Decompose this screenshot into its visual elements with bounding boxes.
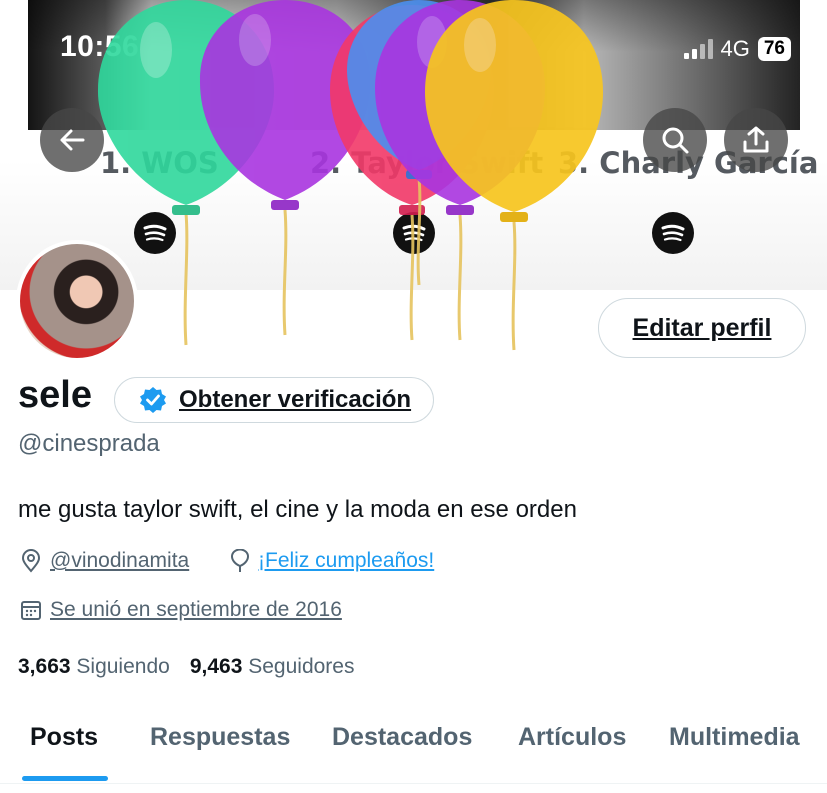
spotify-icon <box>134 212 176 254</box>
location-pin-icon <box>21 549 41 573</box>
spotify-icon <box>393 212 435 254</box>
search-icon <box>662 127 689 154</box>
battery-icon: 76 <box>757 37 791 61</box>
get-verified-label: Obtener verificación <box>179 386 412 413</box>
followers-stat[interactable]: 9,463 Seguidores <box>190 655 355 679</box>
tab-posts[interactable]: Posts <box>30 723 98 752</box>
location-text[interactable]: @vinodinamita <box>50 549 189 573</box>
share-icon <box>743 126 769 153</box>
birthday-link[interactable]: ¡Feliz cumpleaños! <box>258 549 434 573</box>
banner-rank-1: 1. WOS <box>100 146 219 180</box>
followers-count: 9,463 <box>189 655 243 678</box>
network-type: 4G <box>720 36 750 61</box>
signal-icon <box>683 39 713 59</box>
profile-birthday[interactable]: ¡Feliz cumpleaños! <box>230 549 434 573</box>
spotify-icon <box>652 212 694 254</box>
calendar-icon <box>21 601 41 620</box>
back-arrow-icon <box>60 129 85 151</box>
profile-bio: me gusta taylor swift, el cine y la moda… <box>18 496 577 523</box>
following-stat[interactable]: 3,663 Siguiendo <box>18 655 170 679</box>
status-indicators: 4G 76 <box>683 36 791 62</box>
get-verified-button[interactable]: Obtener verificación <box>114 377 435 423</box>
tab-multimedia[interactable]: Multimedia <box>669 723 800 752</box>
tab-destacados[interactable]: Destacados <box>332 723 472 752</box>
tab-respuestas[interactable]: Respuestas <box>150 723 290 752</box>
profile-location[interactable]: @vinodinamita <box>20 549 189 573</box>
profile-joined: Se unió en septiembre de 2016 <box>20 598 342 622</box>
profile-name: sele <box>18 374 92 416</box>
status-time: 10:56 <box>60 30 140 63</box>
share-button[interactable] <box>724 108 788 172</box>
profile-tabs: Posts Respuestas Destacados Artículos Mu… <box>0 715 827 784</box>
following-count: 3,663 <box>18 655 71 678</box>
followers-label: Seguidores <box>248 655 355 678</box>
profile-avatar[interactable] <box>16 240 138 362</box>
edit-profile-button[interactable]: Editar perfil <box>598 298 806 358</box>
back-button[interactable] <box>40 108 104 172</box>
active-tab-indicator <box>22 776 108 781</box>
balloon-icon <box>230 549 250 572</box>
search-button[interactable] <box>643 108 707 172</box>
tab-articulos[interactable]: Artículos <box>518 723 626 752</box>
verified-badge-icon <box>140 387 166 413</box>
following-label: Siguiendo <box>76 655 170 678</box>
follow-stats: 3,663 Siguiendo 9,463 Seguidores <box>18 655 354 679</box>
joined-text: Se unió en septiembre de 2016 <box>50 598 342 621</box>
profile-handle: @cinesprada <box>18 430 160 457</box>
banner-rank-2: 2. Taylor Swift <box>310 146 544 180</box>
